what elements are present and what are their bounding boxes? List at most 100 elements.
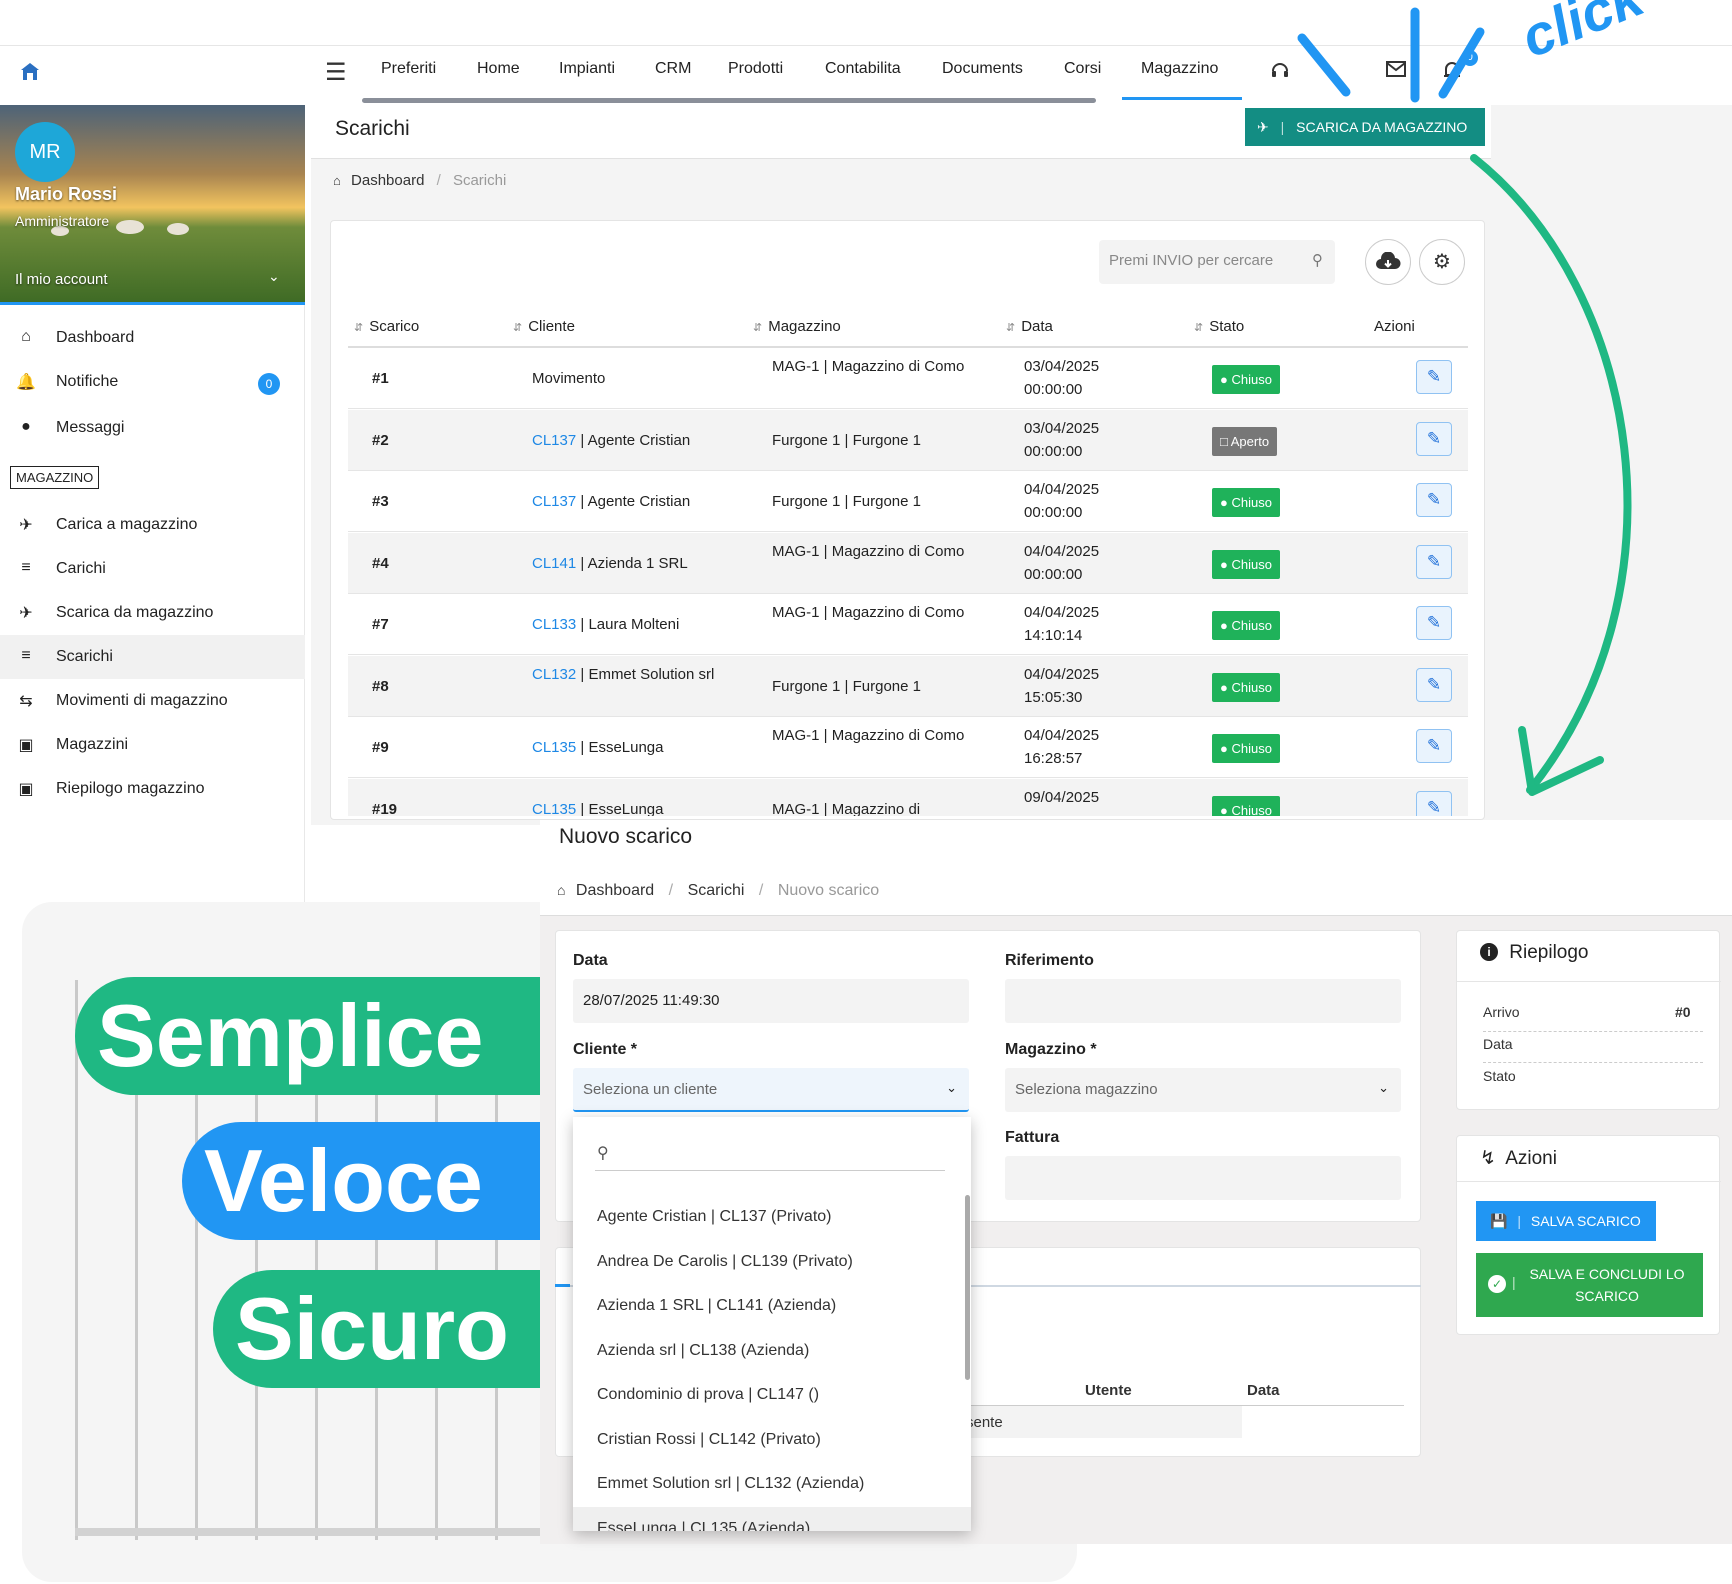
- client-code-link[interactable]: CL135: [532, 739, 576, 756]
- client-code-link[interactable]: CL141: [532, 555, 576, 572]
- nav-item-crm[interactable]: CRM: [655, 60, 691, 78]
- status-label: Chiuso: [1231, 618, 1272, 633]
- data-cell: 03/04/2025 00:00:00: [1024, 417, 1164, 463]
- breadcrumb-dashboard[interactable]: Dashboard: [576, 882, 654, 899]
- riferimento-field[interactable]: [1005, 979, 1401, 1023]
- client-code-link[interactable]: CL137: [532, 493, 576, 510]
- nav-scrollbar[interactable]: [362, 98, 1096, 103]
- breadcrumb-scarichi[interactable]: Scarichi: [688, 882, 745, 899]
- riepilogo-value: #0: [1675, 1004, 1691, 1020]
- dropdown-scrollbar[interactable]: [965, 1195, 970, 1380]
- check-circle-icon: ●: [1220, 741, 1232, 756]
- data-cell: 09/04/2025: [1024, 786, 1164, 809]
- edit-button[interactable]: ✎: [1416, 790, 1452, 816]
- edit-button[interactable]: ✎: [1416, 360, 1452, 394]
- dropdown-option[interactable]: Condominio di prova | CL147 (): [597, 1386, 819, 1404]
- sidebar-item-carica-a-magazzino[interactable]: ✈ Carica a magazzino: [0, 503, 305, 547]
- column-header-scarico[interactable]: ⇵ Scarico: [354, 318, 419, 335]
- nav-item-magazzino[interactable]: Magazzino: [1141, 60, 1218, 78]
- nav-item-preferiti[interactable]: Preferiti: [381, 60, 436, 78]
- sidebar-item-magazzini[interactable]: ▣ Magazzini: [0, 723, 305, 767]
- client-code-link[interactable]: CL132: [532, 666, 576, 683]
- client-name: Agente Cristian: [587, 493, 691, 510]
- menu-toggle-icon[interactable]: ☰: [325, 58, 347, 87]
- status-badge: ● Chiuso: [1212, 795, 1280, 816]
- sidebar-item-riepilogo-magazzino[interactable]: ▣ Riepilogo magazzino: [0, 767, 305, 811]
- column-header-data[interactable]: ⇵ Data: [1006, 318, 1053, 335]
- edit-button[interactable]: ✎: [1416, 544, 1452, 579]
- nav-item-documents[interactable]: Documents: [942, 60, 1023, 78]
- column-header-magazzino[interactable]: ⇵ Magazzino: [753, 318, 841, 335]
- client-code-link[interactable]: CL135: [532, 801, 576, 817]
- sidebar-item-scarichi[interactable]: ≡ Scarichi: [0, 635, 305, 679]
- edit-button[interactable]: ✎: [1416, 729, 1452, 763]
- status-badge: ● Chiuso: [1212, 365, 1280, 394]
- dropdown-search-input[interactable]: ⚲: [595, 1137, 945, 1171]
- cloud-download-icon[interactable]: [1365, 239, 1411, 285]
- sort-icon: ⇵: [1006, 322, 1016, 334]
- fattura-field[interactable]: [1005, 1156, 1401, 1200]
- nav-item-prodotti[interactable]: Prodotti: [728, 60, 783, 78]
- scarico-number[interactable]: #3: [372, 490, 389, 513]
- chevron-down-icon: ⌄: [1378, 1080, 1389, 1095]
- riepilogo-key: Stato: [1483, 1068, 1516, 1084]
- edit-button[interactable]: ✎: [1416, 421, 1452, 456]
- scarico-number[interactable]: #7: [372, 613, 389, 636]
- edit-button[interactable]: ✎: [1416, 606, 1452, 640]
- nav-item-contabilita[interactable]: Contabilita: [825, 60, 901, 78]
- sidebar-item-label: Messaggi: [56, 419, 125, 436]
- scarico-number[interactable]: #1: [372, 367, 389, 390]
- scarico-number[interactable]: #19: [372, 798, 397, 817]
- sidebar-item-messaggi[interactable]: ● Messaggi: [0, 406, 305, 450]
- dropdown-option[interactable]: Agente Cristian | CL137 (Privato): [597, 1208, 831, 1226]
- edit-button[interactable]: ✎: [1416, 667, 1452, 702]
- sidebar-item-dashboard[interactable]: ⌂ Dashboard: [0, 316, 305, 360]
- status-chiuso: ● Chiuso: [1212, 488, 1280, 517]
- nav-item-impianti[interactable]: Impianti: [559, 60, 615, 78]
- column-header-stato[interactable]: ⇵ Stato: [1194, 318, 1244, 335]
- chevron-down-icon[interactable]: ⌄: [268, 268, 280, 285]
- scarico-number[interactable]: #2: [372, 429, 389, 452]
- client-code-link[interactable]: CL137: [532, 432, 576, 449]
- magazzino-select[interactable]: Seleziona magazzino ⌄: [1005, 1068, 1401, 1112]
- search-placeholder: Premi INVIO per cercare: [1109, 252, 1274, 269]
- breadcrumb-current: Scarichi: [452, 172, 507, 189]
- edit-button[interactable]: ✎: [1416, 483, 1452, 517]
- dropdown-option[interactable]: Emmet Solution srl | CL132 (Azienda): [597, 1475, 864, 1493]
- client-code-link[interactable]: CL133: [532, 616, 576, 633]
- my-account-link[interactable]: Il mio account: [15, 271, 108, 288]
- status-label: Chiuso: [1231, 495, 1272, 510]
- salva-e-concludi-button[interactable]: ✓ | SALVA E CONCLUDI LO SCARICO: [1476, 1253, 1703, 1317]
- riepilogo-title: i Riepilogo: [1480, 942, 1589, 964]
- dropdown-option[interactable]: EsseLunga | CL135 (Azienda): [597, 1520, 810, 1532]
- nav-item-corsi[interactable]: Corsi: [1064, 60, 1101, 78]
- gear-icon[interactable]: ⚙: [1419, 239, 1465, 285]
- dropdown-option[interactable]: Cristian Rossi | CL142 (Privato): [597, 1431, 821, 1449]
- sidebar-item-carichi[interactable]: ≡ Carichi: [0, 547, 305, 591]
- scarico-number[interactable]: #9: [372, 736, 389, 759]
- search-input[interactable]: Premi INVIO per cercare ⚲: [1099, 240, 1335, 284]
- table-row: #9 CL135 | EsseLunga MAG-1 | Magazzino di …: [348, 717, 1468, 778]
- column-header-cliente[interactable]: ⇵ Cliente: [513, 318, 575, 335]
- scarico-number[interactable]: #4: [372, 552, 389, 575]
- scarico-number[interactable]: #8: [372, 675, 389, 698]
- scarica-da-magazzino-button[interactable]: ✈ | SCARICA DA MAGAZZINO: [1245, 108, 1485, 146]
- data-cell: 04/04/2025 00:00:00: [1024, 478, 1164, 524]
- salva-scarico-button[interactable]: 💾 | SALVA SCARICO: [1476, 1201, 1656, 1241]
- sidebar-item-scarica-da-magazzino[interactable]: ✈ Scarica da magazzino: [0, 591, 305, 635]
- cliente-select[interactable]: Seleziona un cliente ⌄: [573, 1068, 969, 1112]
- tab-active[interactable]: [555, 1247, 570, 1287]
- separator: |: [576, 800, 589, 817]
- app-logo-icon[interactable]: [18, 60, 44, 86]
- chat-icon: ●: [21, 418, 31, 435]
- breadcrumb-dashboard[interactable]: Dashboard: [351, 172, 424, 189]
- sidebar-item-movimenti-di-magazzino[interactable]: ⇆ Movimenti di magazzino: [0, 679, 305, 723]
- dropdown-option[interactable]: Azienda 1 SRL | CL141 (Azienda): [597, 1297, 836, 1315]
- separator: |: [576, 493, 588, 510]
- nav-item-home[interactable]: Home: [477, 60, 520, 78]
- time: 00:00:00: [1024, 381, 1083, 398]
- dropdown-option[interactable]: Azienda srl | CL138 (Azienda): [597, 1342, 809, 1360]
- dropdown-option[interactable]: Andrea De Carolis | CL139 (Privato): [597, 1253, 853, 1271]
- avatar[interactable]: MR: [15, 122, 75, 182]
- data-field[interactable]: 28/07/2025 11:49:30: [573, 979, 969, 1023]
